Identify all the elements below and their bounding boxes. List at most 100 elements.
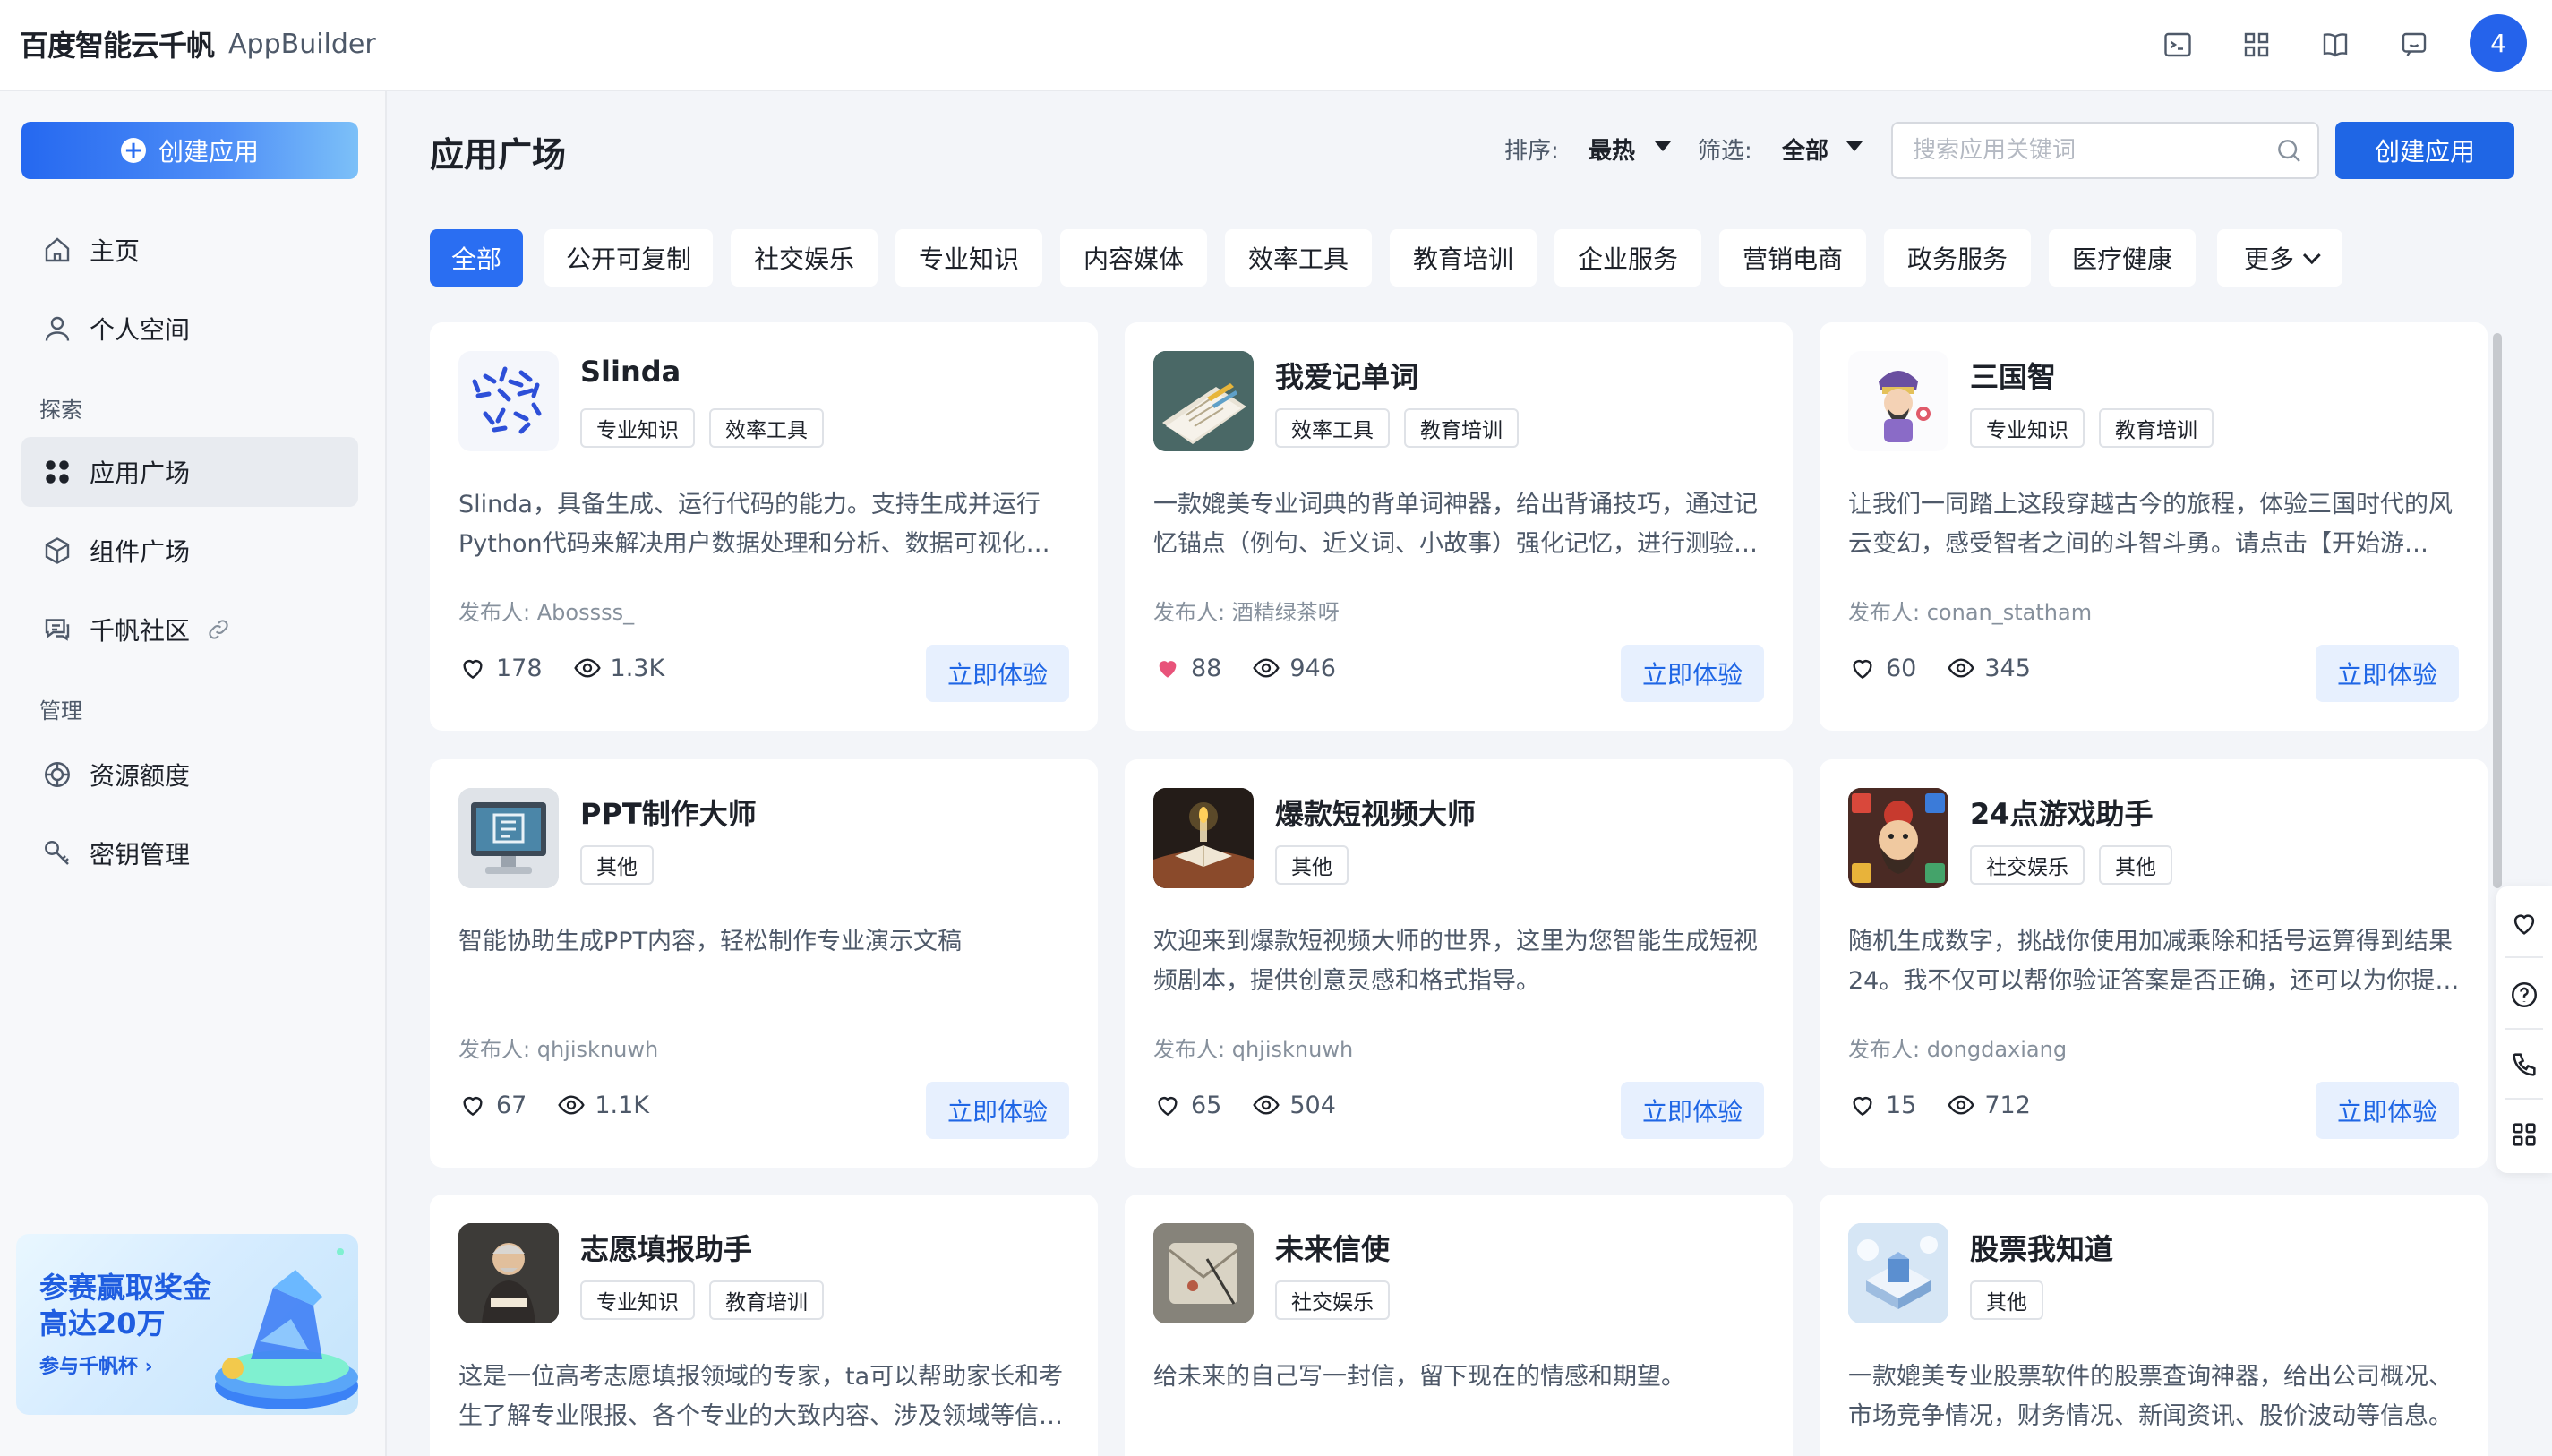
like-stat[interactable]: 60 [1848,654,1916,682]
heart-filled-icon [1159,661,1177,678]
try-now-button[interactable]: 立即体验 [926,645,1069,702]
publisher-prefix: 发布人: [1153,600,1226,625]
try-now-button[interactable]: 立即体验 [926,1082,1069,1139]
tab-education[interactable]: 教育培训 [1390,229,1537,287]
create-app-label: 创建应用 [158,137,259,167]
publisher-prefix: 发布人: [1848,600,1921,625]
promo-link[interactable]: 参与千帆杯 › [39,1350,153,1379]
app-name[interactable]: 志愿填报助手 [580,1227,752,1268]
sidebar-item-community[interactable]: 千帆社区 [21,595,358,664]
tab-all[interactable]: 全部 [430,229,523,287]
try-now-button[interactable]: 立即体验 [1621,1082,1764,1139]
try-now-button[interactable]: 立即体验 [2316,1082,2459,1139]
app-card[interactable]: 24点游戏助手 社交娱乐 其他 随机生成数字，挑战你使用加减乘除和括号运算得到结… [1820,759,2488,1168]
sidebar-item-personal-space[interactable]: 个人空间 [21,294,358,364]
logo[interactable]: 百度智能云千帆 AppBuilder [20,23,376,64]
eye-icon [558,1095,586,1115]
sidebar-item-home[interactable]: 主页 [21,215,358,285]
sort-caret-icon[interactable] [1655,141,1671,151]
heart-chat-icon[interactable] [2509,908,2539,938]
promo-banner[interactable]: 参赛赢取奖金 高达20万 参与千帆杯 › [16,1234,358,1415]
external-link-icon [209,620,228,639]
search-input[interactable] [1911,124,2260,177]
filter-caret-icon[interactable] [1846,141,1863,151]
community-icon [45,619,70,641]
like-count: 60 [1886,654,1917,682]
app-name[interactable]: PPT制作大师 [580,792,757,833]
tab-healthcare[interactable]: 医疗健康 [2049,229,2196,287]
app-tag: 教育培训 [709,1280,824,1320]
phone-icon[interactable] [2509,1049,2539,1080]
tab-government[interactable]: 政务服务 [1884,229,2031,287]
app-name[interactable]: 三国智 [1970,355,2056,396]
like-stat[interactable]: 67 [458,1091,527,1119]
like-stat[interactable]: 65 [1153,1091,1221,1119]
sidebar-item-key-management[interactable]: 密钥管理 [21,818,358,888]
avatar[interactable]: 4 [2470,14,2527,72]
app-tag: 社交娱乐 [1275,1280,1390,1320]
tab-professional[interactable]: 专业知识 [895,229,1042,287]
app-card[interactable]: 志愿填报助手 专业知识 教育培训 这是一位高考志愿填报领域的专家，ta可以帮助家… [430,1195,1098,1456]
search-icon[interactable] [2274,136,2303,165]
book-icon[interactable] [2316,25,2355,64]
tab-content-media[interactable]: 内容媒体 [1060,229,1207,287]
tab-more[interactable]: 更多 [2217,229,2342,287]
filter-select[interactable]: 全部 [1782,133,1828,166]
sidebar-item-resource-quota[interactable]: 资源额度 [21,740,358,809]
app-name[interactable]: 24点游戏助手 [1970,792,2154,833]
app-card[interactable]: 未来信使 社交娱乐 给未来的自己写一封信，留下现在的情感和期望。 [1125,1195,1793,1456]
app-card[interactable]: 我爱记单词 效率工具 教育培训 一款媲美专业词典的背单词神器，给出背诵技巧，通过… [1125,322,1793,731]
tab-social[interactable]: 社交娱乐 [731,229,878,287]
publisher-prefix: 发布人: [1848,1037,1921,1062]
promo-title-line1: 参赛赢取奖金 [39,1271,212,1305]
tab-public-copyable[interactable]: 公开可复制 [544,229,713,287]
sidebar-create-app-button[interactable]: + 创建应用 [21,122,358,179]
app-publisher: 发布人: Abossss_ [458,595,634,626]
sidebar-item-app-square[interactable]: 应用广场 [21,437,358,507]
try-now-button[interactable]: 立即体验 [2316,645,2459,702]
explore-section-label: 探索 [39,398,82,423]
scrollbar-thumb[interactable] [2493,333,2502,888]
grid-icon[interactable] [2237,25,2276,64]
sort-select[interactable]: 最热 [1589,133,1635,166]
sidebar-item-component-square[interactable]: 组件广场 [21,516,358,586]
app-name[interactable]: 未来信使 [1275,1227,1390,1268]
tab-enterprise[interactable]: 企业服务 [1554,229,1701,287]
like-stat[interactable]: 178 [458,654,543,682]
apps-grid-icon[interactable] [2509,1119,2539,1150]
app-name[interactable]: 股票我知道 [1970,1227,2113,1268]
like-stat[interactable]: 15 [1848,1091,1916,1119]
divider [2505,956,2543,958]
help-icon[interactable] [2509,980,2539,1010]
app-thumbnail [1153,351,1254,451]
tab-productivity[interactable]: 效率工具 [1225,229,1372,287]
page-title: 应用广场 [430,135,567,175]
app-name[interactable]: 我爱记单词 [1275,355,1418,396]
app-card[interactable]: 爆款短视频大师 其他 欢迎来到爆款短视频大师的世界，这里为您智能生成短视频剧本，… [1125,759,1793,1168]
publisher-prefix: 发布人: [458,600,531,625]
chevron-down-icon [2302,246,2321,265]
app-tag: 专业知识 [1970,408,2085,448]
app-name[interactable]: Slinda [580,355,681,389]
feedback-icon[interactable] [2394,25,2434,64]
terminal-icon[interactable] [2158,25,2197,64]
app-thumbnail [1153,788,1254,888]
eye-icon [1253,658,1280,678]
app-card[interactable]: 三国智 专业知识 教育培训 让我们一同踏上这段穿越古今的旅程，体验三国时代的风云… [1820,322,2488,731]
divider [2505,1028,2543,1030]
app-card[interactable]: PPT制作大师 其他 智能协助生成PPT内容，轻松制作专业演示文稿 发布人: q… [430,759,1098,1168]
heart-outline-icon [463,660,483,680]
app-description: 这是一位高考志愿填报领域的专家，ta可以帮助家长和考生了解专业限报、各个专业的大… [458,1363,1064,1430]
create-app-button[interactable]: 创建应用 [2335,122,2514,179]
view-stat: 1.1K [557,1091,649,1119]
view-stat: 345 [1947,654,2031,682]
tab-marketing[interactable]: 营销电商 [1719,229,1866,287]
try-now-button[interactable]: 立即体验 [1621,645,1764,702]
app-description: Slinda，具备生成、运行代码的能力。支持生成并运行Python代码来解决用户… [458,491,1050,558]
app-card[interactable]: Slinda 专业知识 效率工具 Slinda，具备生成、运行代码的能力。支持生… [430,322,1098,731]
sort-label: 排序: [1504,138,1559,165]
app-stats: 88 946 [1153,654,1366,682]
app-card[interactable]: 股票我知道 其他 一款媲美专业股票软件的股票查询神器，给出公司概况、市场竞争情况… [1820,1195,2488,1456]
app-name[interactable]: 爆款短视频大师 [1275,792,1476,833]
like-stat[interactable]: 88 [1153,654,1221,682]
